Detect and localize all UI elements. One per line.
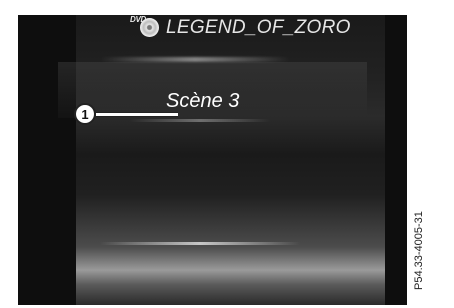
dvd-disc-icon: DVD: [130, 15, 160, 41]
figure-frame: DVD LEGEND_OF_ZORO Scène 3 1 P54.33-4005…: [0, 0, 454, 308]
callout-leader-line: [96, 112, 178, 117]
callout-number: 1: [81, 106, 89, 122]
media-header: DVD LEGEND_OF_ZORO: [130, 14, 351, 42]
bottom-divider: [100, 242, 300, 245]
disc-title: LEGEND_OF_ZORO: [166, 17, 351, 38]
current-scene-label[interactable]: Scène 3: [166, 90, 239, 113]
figure-reference-code: P54.33-4005-31: [413, 211, 425, 290]
middle-divider: [130, 119, 270, 122]
right-side-bar: [385, 15, 407, 305]
callout-marker: 1: [74, 103, 96, 125]
dvd-badge: DVD: [130, 15, 146, 24]
left-side-bar: [18, 15, 76, 305]
